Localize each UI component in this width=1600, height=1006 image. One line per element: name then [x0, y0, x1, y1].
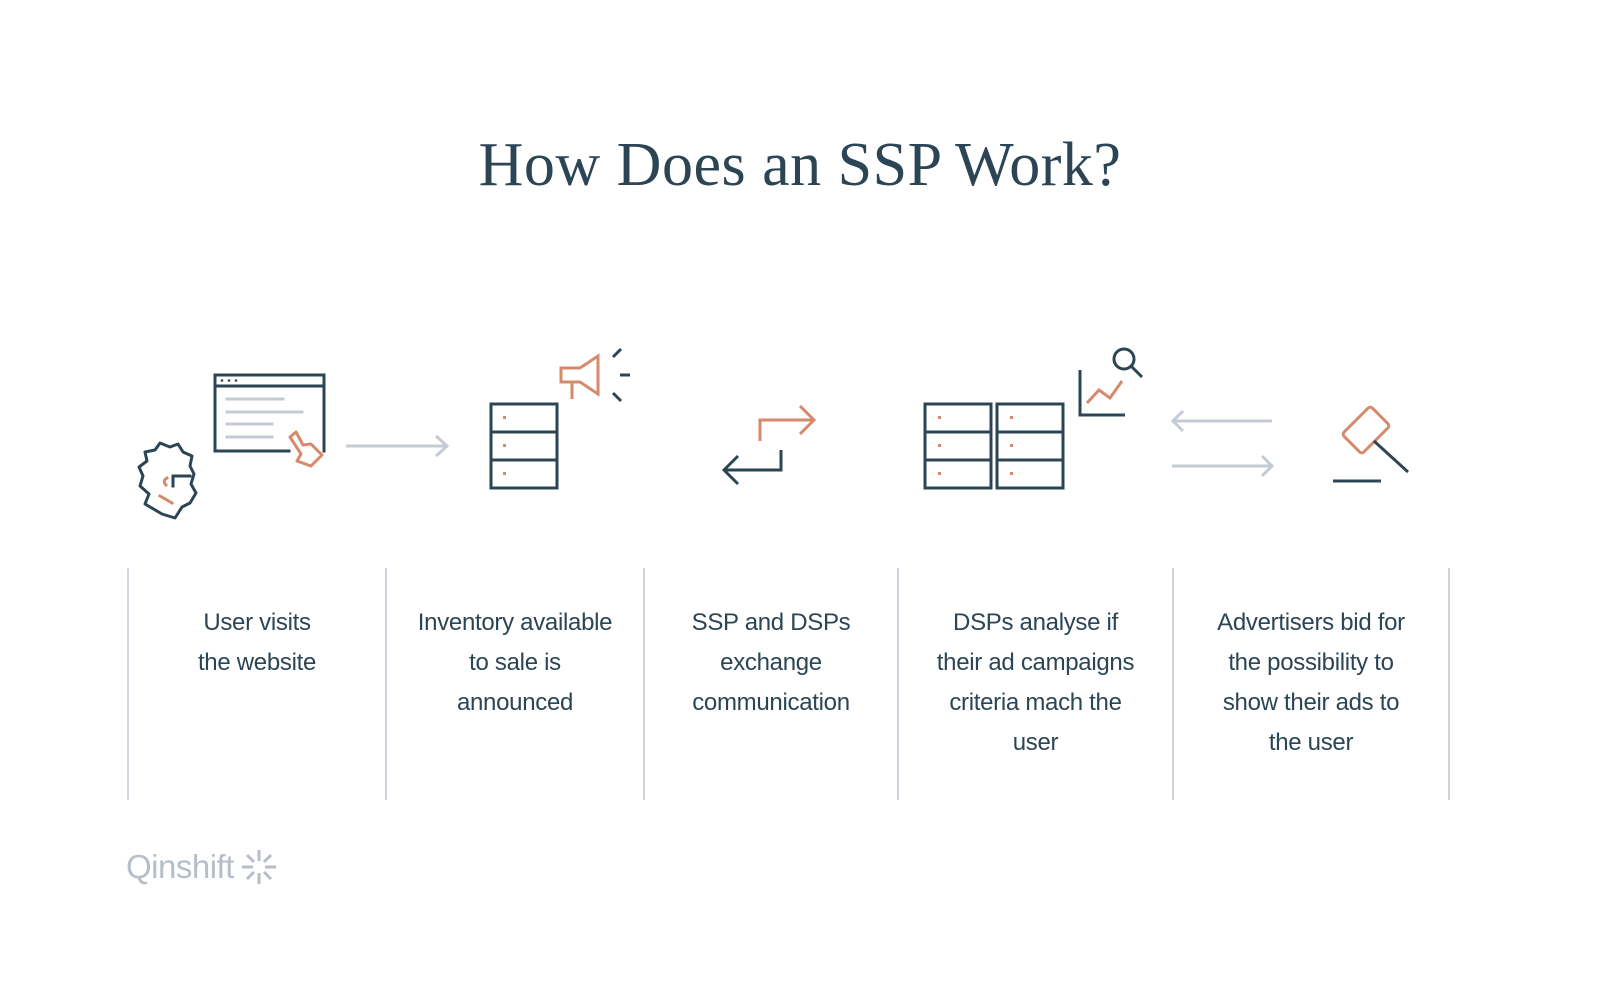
flow-arrow-left	[1170, 409, 1272, 433]
server-stack-icon	[489, 402, 559, 490]
step-1-text: User visits the website	[197, 609, 317, 676]
logo-wordmark: Qinshift	[126, 848, 234, 885]
pointer-hand-icon	[288, 430, 324, 468]
step-5-text: Advertisers bid for the possibility to sho…	[1217, 609, 1405, 756]
user-visits-website-icon	[137, 373, 326, 520]
arrow-left-return-icon	[721, 450, 783, 486]
server-stack-left-icon	[923, 402, 993, 490]
sparkle-icon	[241, 850, 276, 884]
flow-arrow-right-1	[346, 434, 450, 458]
exchange-arrows-icon	[721, 404, 817, 486]
growth-chart-icon	[1078, 370, 1125, 417]
column-divider	[1448, 568, 1450, 800]
magnifier-icon	[1112, 347, 1144, 379]
auction-gavel-icon	[1333, 405, 1410, 483]
brand-logo: Qinshift	[126, 848, 278, 886]
inventory-announce-icon	[489, 347, 630, 490]
megaphone-icon	[559, 347, 630, 403]
user-head-icon	[137, 441, 198, 520]
step-3-text: SSP and DSPs exchange communication	[691, 609, 851, 716]
flow-arrow-right-2	[1172, 454, 1275, 478]
step-2-text: Inventory available to sale is announced	[417, 609, 613, 716]
step-4-text: DSPs analyse if their ad campaigns criteri…	[936, 609, 1135, 756]
dsp-analysis-icon	[923, 347, 1144, 490]
arrow-up-right-icon	[758, 404, 817, 441]
server-stack-right-icon	[995, 402, 1065, 490]
browser-window-icon	[213, 373, 326, 453]
